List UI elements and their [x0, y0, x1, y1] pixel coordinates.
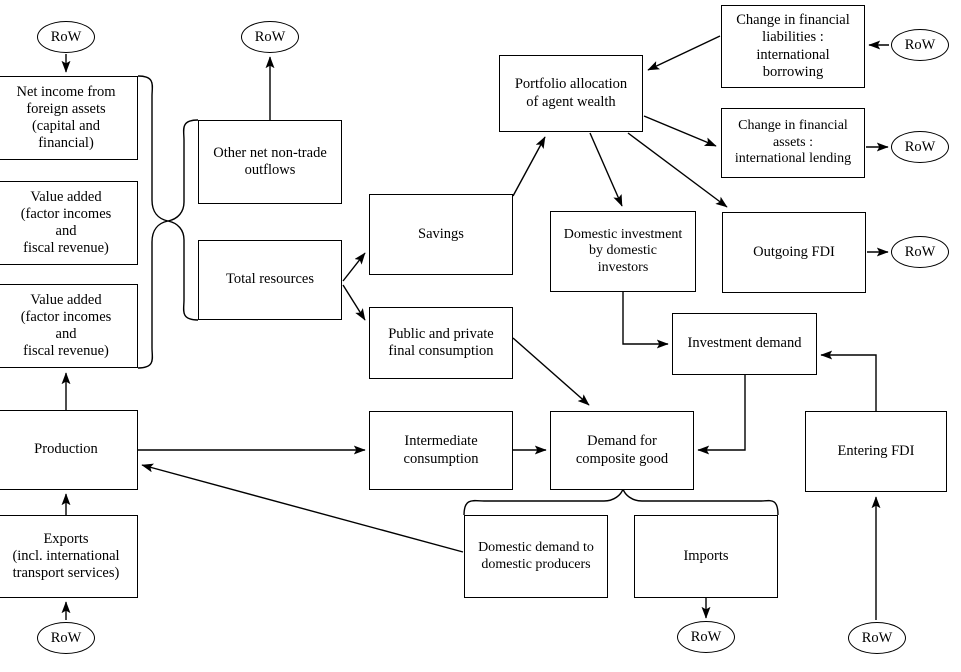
- node-other-net-outflows[interactable]: Other net non-trade outflows: [198, 120, 342, 204]
- edge-final-consumption-to-demand-composite: [512, 337, 590, 406]
- node-savings[interactable]: Savings: [369, 194, 513, 275]
- edge-portfolio-to-outgoing-fdi: [627, 132, 728, 208]
- node-row-other-outflows[interactable]: RoW: [241, 21, 299, 53]
- edge-entering-fdi-to-investment-demand: [820, 350, 877, 411]
- node-row-imports[interactable]: RoW: [677, 621, 735, 653]
- edge-domestic-investment-to-investment-demand: [622, 292, 669, 349]
- node-row-outgoing-fdi[interactable]: RoW: [891, 236, 949, 268]
- node-production[interactable]: Production: [0, 410, 138, 490]
- edge-portfolio-to-change-assets: [643, 115, 717, 147]
- brace-composite-split: [463, 486, 779, 516]
- flowchart-canvas: Net income from foreign assets (capital …: [0, 0, 961, 672]
- node-exports[interactable]: Exports (incl. international transport s…: [0, 515, 138, 598]
- node-row-top-left[interactable]: RoW: [37, 21, 95, 53]
- node-row-liabilities[interactable]: RoW: [891, 29, 949, 61]
- node-entering-fdi[interactable]: Entering FDI: [805, 411, 947, 492]
- node-value-added-2[interactable]: Value added (factor incomes and fiscal r…: [0, 284, 138, 368]
- node-demand-composite-good[interactable]: Demand for composite good: [550, 411, 694, 490]
- node-value-added-1[interactable]: Value added (factor incomes and fiscal r…: [0, 181, 138, 265]
- brace-left-income: [137, 75, 169, 369]
- edge-portfolio-to-domestic-investment: [589, 132, 623, 207]
- node-net-income[interactable]: Net income from foreign assets (capital …: [0, 76, 138, 160]
- node-domestic-demand-to-producers[interactable]: Domestic demand to domestic producers: [464, 515, 608, 598]
- edge-investment-demand-to-demand-composite: [697, 375, 746, 455]
- node-domestic-investment[interactable]: Domestic investment by domestic investor…: [550, 211, 696, 292]
- node-portfolio-allocation[interactable]: Portfolio allocation of agent wealth: [499, 55, 643, 132]
- brace-right-resources: [167, 119, 199, 321]
- node-change-financial-liabilities[interactable]: Change in financial liabilities : intern…: [721, 5, 865, 88]
- node-row-exports[interactable]: RoW: [37, 622, 95, 654]
- edge-total-resources-to-final-consumption: [342, 284, 366, 321]
- node-total-resources[interactable]: Total resources: [198, 240, 342, 320]
- node-investment-demand[interactable]: Investment demand: [672, 313, 817, 375]
- node-outgoing-fdi[interactable]: Outgoing FDI: [722, 212, 866, 293]
- edge-total-resources-to-savings: [342, 252, 366, 282]
- node-intermediate-consumption[interactable]: Intermediate consumption: [369, 411, 513, 490]
- node-imports[interactable]: Imports: [634, 515, 778, 598]
- edge-change-liabilities-to-portfolio: [647, 35, 721, 71]
- node-row-assets[interactable]: RoW: [891, 131, 949, 163]
- node-change-financial-assets[interactable]: Change in financial assets : internation…: [721, 108, 865, 178]
- edge-savings-to-portfolio: [512, 136, 546, 197]
- node-final-consumption[interactable]: Public and private final consumption: [369, 307, 513, 379]
- node-row-entering-fdi[interactable]: RoW: [848, 622, 906, 654]
